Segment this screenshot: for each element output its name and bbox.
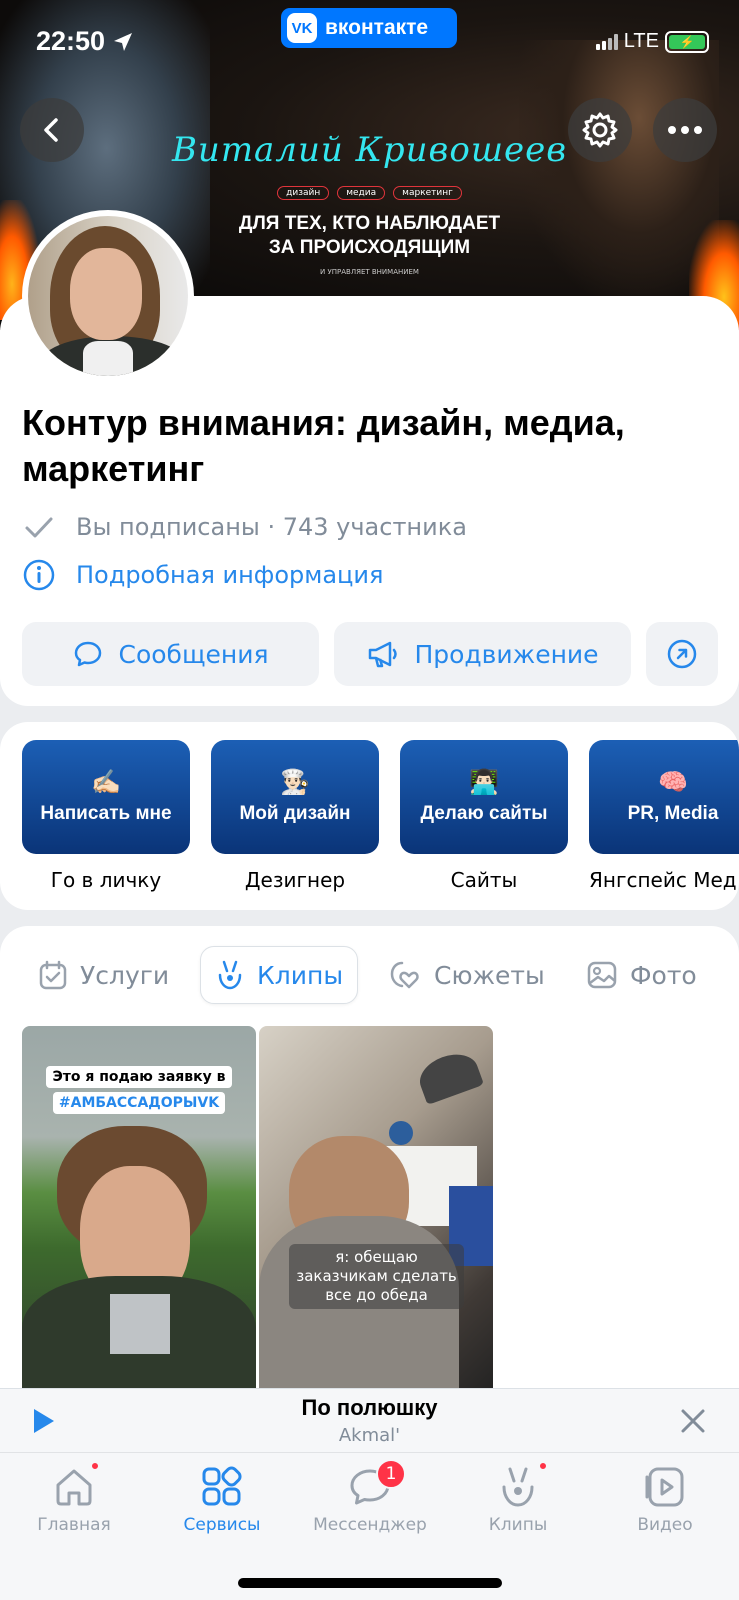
subscription-status-row[interactable]: Вы подписаны · 743 участника xyxy=(22,510,467,544)
close-icon[interactable] xyxy=(679,1407,707,1435)
clip-thumbnail[interactable]: Это я подаю заявку в #АМБАССАДОРЫVK xyxy=(22,1026,256,1396)
chevron-left-icon xyxy=(44,118,58,142)
menu-tile-caption: Го в личку xyxy=(50,868,162,892)
writing-hand-icon: ✍🏻 xyxy=(91,769,121,796)
vk-app-badge[interactable]: VK вконтакте xyxy=(281,8,457,48)
nav-services[interactable]: Сервисы xyxy=(148,1463,296,1535)
video-icon xyxy=(641,1463,689,1511)
gear-icon xyxy=(582,112,618,148)
status-time-text: 22:50 xyxy=(36,26,106,56)
clips-icon xyxy=(494,1461,548,1511)
menu-tile-websites[interactable]: 👨🏻‍💻 Делаю сайты xyxy=(400,740,568,854)
notification-dot xyxy=(90,1461,100,1471)
nav-clips[interactable]: Клипы xyxy=(444,1461,592,1535)
clip-caption: Это я подаю заявку в #АМБАССАДОРЫVK xyxy=(22,1066,256,1114)
signal-icon xyxy=(595,33,618,50)
tab-photos[interactable]: Фото xyxy=(586,946,697,1004)
clip-caption-line1: Это я подаю заявку в xyxy=(46,1066,232,1088)
promotion-button[interactable]: Продвижение xyxy=(334,622,631,686)
menu-tile-label: PR, Media xyxy=(627,803,719,824)
nav-home[interactable]: Главная xyxy=(0,1461,148,1535)
back-button[interactable] xyxy=(20,98,84,162)
audio-mini-player[interactable]: По полюшку Akmal' xyxy=(0,1388,739,1452)
cover-tags: дизайн медиа маркетинг xyxy=(0,186,739,200)
nav-video[interactable]: Видео xyxy=(591,1463,739,1535)
messages-button[interactable]: Сообщения xyxy=(22,622,319,686)
nav-label: Видео xyxy=(637,1515,693,1535)
nav-label: Клипы xyxy=(488,1515,548,1535)
messenger-icon: 1 xyxy=(346,1459,406,1511)
battery-icon: ⚡ xyxy=(665,30,709,53)
nav-messenger[interactable]: 1 Мессенджер xyxy=(296,1459,444,1535)
checkmark-icon xyxy=(25,517,53,538)
community-menu-card: ✍🏻 Написать мне Го в личку 👨🏻‍🍳 Мой диза… xyxy=(0,722,739,910)
tab-clips[interactable]: Клипы xyxy=(200,946,359,1004)
home-icon xyxy=(50,1461,100,1511)
more-info-link[interactable]: Подробная информация xyxy=(22,558,383,592)
message-bubble-icon xyxy=(75,641,102,667)
tab-stories[interactable]: Сюжеты xyxy=(388,946,545,1004)
share-arrow-icon xyxy=(667,639,697,669)
cover-tag: дизайн xyxy=(277,186,330,200)
info-icon xyxy=(23,559,55,591)
vk-logo-icon: VK xyxy=(287,13,317,43)
clips-icon xyxy=(218,960,242,990)
calendar-check-icon xyxy=(39,960,67,990)
menu-tile-label: Написать мне xyxy=(40,803,172,824)
chef-icon: 👨🏻‍🍳 xyxy=(280,769,310,796)
location-arrow-icon xyxy=(114,32,133,51)
more-button[interactable] xyxy=(653,98,717,162)
notification-dot xyxy=(538,1461,548,1471)
nav-label: Главная xyxy=(37,1515,111,1535)
menu-tile-pr-media[interactable]: 🧠 PR, Media xyxy=(589,740,739,854)
photo-icon xyxy=(587,961,617,989)
clip-thumbnail[interactable]: я: обещаю заказчикам сделать все до обед… xyxy=(259,1026,493,1396)
vk-app-label: вконтакте xyxy=(325,16,429,39)
clip-caption-hashtag: #АМБАССАДОРЫVK xyxy=(52,1092,226,1114)
share-button[interactable] xyxy=(646,622,718,686)
tab-label: Клипы xyxy=(257,960,344,990)
status-time: 22:50 xyxy=(36,26,135,57)
cover-tag: маркетинг xyxy=(393,186,462,200)
services-grid-icon xyxy=(198,1463,246,1511)
menu-tile-label: Мой дизайн xyxy=(239,803,351,824)
clip-caption: я: обещаю заказчикам сделать все до обед… xyxy=(289,1244,464,1309)
nav-label: Сервисы xyxy=(183,1515,261,1535)
tab-label: Фото xyxy=(630,960,697,990)
player-track-title: По полюшку xyxy=(301,1395,438,1420)
settings-button[interactable] xyxy=(568,98,632,162)
tab-label: Сюжеты xyxy=(434,960,545,990)
avatar-photo xyxy=(28,216,188,376)
player-track-artist: Akmal' xyxy=(338,1425,401,1446)
nav-label: Мессенджер xyxy=(313,1515,427,1535)
unread-badge: 1 xyxy=(376,1459,406,1489)
stories-heart-icon xyxy=(390,961,419,989)
menu-tile-caption: Сайты xyxy=(450,868,518,892)
more-info-text: Подробная информация xyxy=(76,561,384,589)
megaphone-icon xyxy=(369,641,398,668)
brain-icon: 🧠 xyxy=(658,769,688,796)
home-indicator[interactable] xyxy=(238,1578,502,1588)
tab-label: Услуги xyxy=(80,960,170,990)
menu-tile-write-me[interactable]: ✍🏻 Написать мне xyxy=(22,740,190,854)
subscription-status-text: Вы подписаны · 743 участника xyxy=(76,513,467,541)
messages-label: Сообщения xyxy=(118,639,269,669)
network-label: LTE xyxy=(623,30,659,52)
menu-tile-my-design[interactable]: 👨🏻‍🍳 Мой дизайн xyxy=(211,740,379,854)
more-horizontal-icon xyxy=(668,126,702,134)
menu-tile-label: Делаю сайты xyxy=(420,803,548,824)
menu-tile-caption: Дезигнер xyxy=(244,868,346,892)
community-title: Контур внимания: дизайн, медиа, маркетин… xyxy=(22,402,625,489)
technologist-icon: 👨🏻‍💻 xyxy=(469,769,499,796)
status-indicators: LTE ⚡ xyxy=(595,30,709,53)
menu-tile-caption: Янгспейс Мед xyxy=(589,868,737,892)
promotion-label: Продвижение xyxy=(414,639,599,669)
community-avatar[interactable] xyxy=(22,210,194,382)
tab-services[interactable]: Услуги xyxy=(38,946,169,1004)
cover-tag: медиа xyxy=(337,186,386,200)
